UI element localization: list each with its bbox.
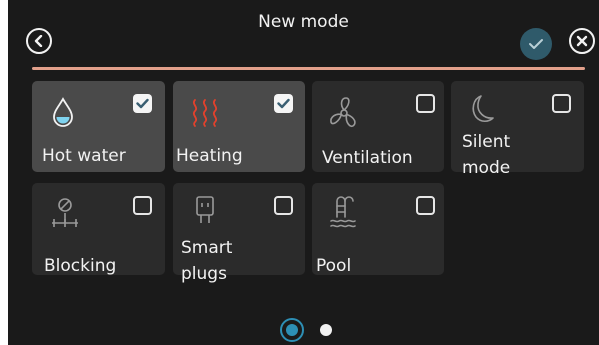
mode-tile-heating[interactable]: Heating: [173, 81, 305, 172]
close-icon: [576, 35, 588, 47]
mode-label: Heating: [176, 146, 243, 166]
mode-tile-ventilation[interactable]: Ventilation: [312, 81, 444, 172]
page-dot[interactable]: [320, 324, 332, 336]
pool-ladder-icon: [330, 196, 356, 228]
blocking-icon: [52, 198, 78, 227]
chevron-left-icon: [34, 35, 43, 47]
mode-label: Blocking: [44, 256, 117, 276]
mode-tile-hot-water[interactable]: Hot water: [32, 81, 165, 172]
mode-tile-silent-mode[interactable]: Silent mode: [451, 81, 584, 178]
mode-checkbox-blocking[interactable]: [133, 196, 152, 215]
mode-checkbox-pool[interactable]: [416, 196, 435, 215]
page-indicator: [280, 318, 340, 344]
fan-icon: [330, 97, 356, 128]
header-divider: [32, 67, 585, 70]
moon-icon: [472, 95, 494, 123]
smart-plug-icon: [196, 196, 214, 223]
mode-checkbox-heating[interactable]: [274, 94, 293, 113]
water-drop-icon: [53, 97, 73, 127]
confirm-button[interactable]: [520, 28, 552, 60]
mode-tile-smart-plugs[interactable]: Smart plugs: [173, 183, 305, 284]
checkmark-icon: [136, 98, 149, 109]
mode-checkbox-silent-mode[interactable]: [552, 94, 571, 113]
mode-tile-blocking[interactable]: Blocking: [32, 183, 165, 276]
close-button[interactable]: [569, 28, 595, 54]
mode-tile-pool[interactable]: Pool: [312, 183, 444, 276]
checkmark-icon: [529, 39, 543, 49]
mode-screen: New mode Hot water Heating Ventilation S…: [8, 0, 599, 345]
mode-checkbox-hot-water[interactable]: [133, 94, 152, 113]
back-button[interactable]: [26, 28, 52, 54]
heat-waves-icon: [192, 99, 218, 127]
mode-label: Smart plugs: [181, 238, 233, 284]
mode-checkbox-ventilation[interactable]: [416, 94, 435, 113]
mode-label: Hot water: [42, 146, 126, 166]
mode-checkbox-smart-plugs[interactable]: [274, 196, 293, 215]
page-title: New mode: [258, 12, 349, 32]
checkmark-icon: [277, 98, 290, 109]
mode-label: Ventilation: [322, 148, 413, 168]
page-dot-active[interactable]: [280, 318, 304, 342]
mode-label: Pool: [316, 256, 352, 276]
mode-label: Silent mode: [462, 132, 511, 178]
